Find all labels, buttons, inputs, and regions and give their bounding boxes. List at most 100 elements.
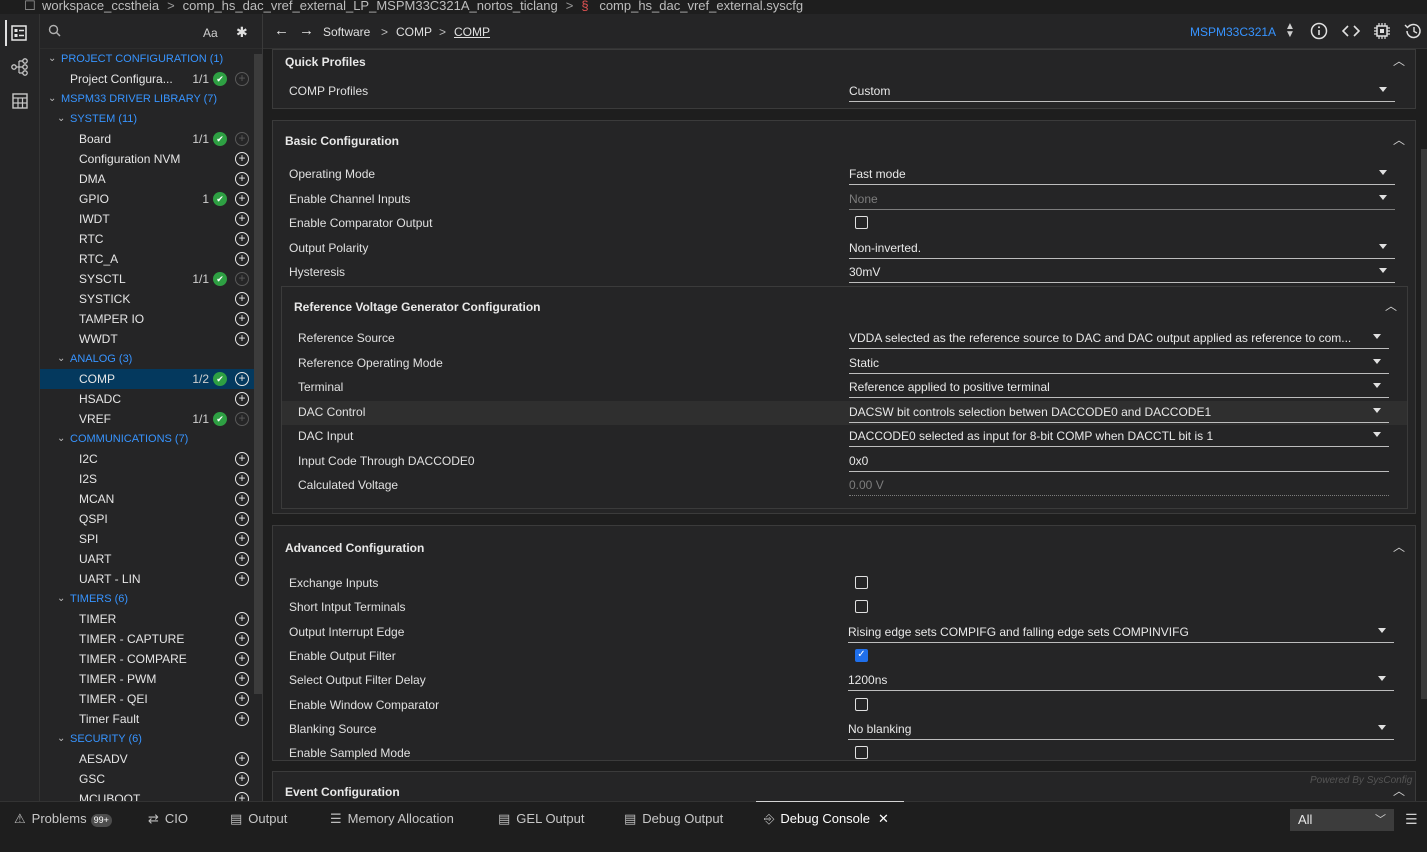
tree-item-i2c[interactable]: I2C + (40, 449, 262, 469)
tree-item-timer-capture[interactable]: TIMER - CAPTURE + (40, 629, 262, 649)
tab-gel-output[interactable]: ▤ GEL Output (498, 811, 584, 833)
tree-item-wwdt[interactable]: WWDT + (40, 329, 262, 349)
tree-item-comp[interactable]: COMP 1/2 ✔ + (40, 369, 262, 389)
filter-asterisk-icon[interactable]: ✱ (236, 24, 248, 41)
tree-item-gsc[interactable]: GSC + (40, 769, 262, 789)
tab-debug-output[interactable]: ▤ Debug Output (624, 811, 723, 833)
output-interrupt-edge-select[interactable]: Rising edge sets COMPIFG and falling edg… (848, 625, 1394, 643)
tree-scrollbar[interactable] (254, 54, 262, 694)
hierarchy-view-icon[interactable] (7, 54, 33, 80)
add-instance-icon[interactable]: + (235, 472, 249, 486)
outline-view-icon[interactable] (5, 20, 31, 46)
enable-channel-inputs-select[interactable]: None (849, 192, 1395, 210)
tree-section-header[interactable]: ⌄ TIMERS (6) (40, 589, 262, 609)
add-instance-icon[interactable]: + (235, 612, 249, 626)
table-view-icon[interactable] (7, 88, 33, 114)
add-instance-icon[interactable]: + (235, 532, 249, 546)
dac-input-select[interactable]: DACCODE0 selected as input for 8-bit COM… (849, 429, 1389, 447)
tree-item-i2s[interactable]: I2S + (40, 469, 262, 489)
add-instance-icon[interactable]: + (235, 692, 249, 706)
output-polarity-select[interactable]: Non-inverted. (849, 241, 1395, 259)
tree-item-qspi[interactable]: QSPI + (40, 509, 262, 529)
add-instance-icon[interactable]: + (235, 772, 249, 786)
tree-section-header[interactable]: ⌄ SECURITY (6) (40, 729, 262, 749)
add-instance-icon[interactable]: + (235, 292, 249, 306)
tree-item-iwdt[interactable]: IWDT + (40, 209, 262, 229)
add-instance-icon[interactable]: + (235, 752, 249, 766)
operating-mode-select[interactable]: Fast mode (849, 167, 1395, 185)
add-instance-icon[interactable]: + (235, 452, 249, 466)
tree-item-rtc-a[interactable]: RTC_A + (40, 249, 262, 269)
tree-item-rtc[interactable]: RTC + (40, 229, 262, 249)
tree-item-dma[interactable]: DMA + (40, 169, 262, 189)
tab-debug-console[interactable]: ⎆ Debug Console ✕ (756, 801, 904, 833)
device-updown-icon[interactable]: ▲ ▼ (1285, 22, 1295, 40)
add-instance-icon[interactable]: + (235, 552, 249, 566)
output-filter-select[interactable]: All ﹀ (1290, 809, 1394, 831)
forward-arrow-icon[interactable]: → (299, 22, 314, 39)
add-instance-icon[interactable]: + (235, 392, 249, 406)
add-instance-icon[interactable]: + (235, 492, 249, 506)
tree-item-mcuboot[interactable]: MCUBOOT + (40, 789, 262, 801)
add-instance-icon[interactable]: + (235, 312, 249, 326)
add-instance-icon[interactable]: + (235, 672, 249, 686)
back-arrow-icon[interactable]: ← (274, 22, 289, 39)
search-icon[interactable] (48, 24, 61, 40)
blanking-source-select[interactable]: No blanking (848, 722, 1394, 740)
add-instance-icon[interactable]: + (235, 572, 249, 586)
add-instance-icon[interactable]: + (235, 212, 249, 226)
tree-section-header[interactable]: ⌄ PROJECT CONFIGURATION (1) (40, 49, 262, 69)
tab-memory-allocation[interactable]: ☰ Memory Allocation (330, 811, 454, 833)
code-view-icon[interactable] (1341, 22, 1361, 45)
content-scrollbar[interactable] (1421, 149, 1427, 699)
comp-profiles-select[interactable]: Custom (849, 84, 1395, 102)
history-icon[interactable] (1403, 22, 1423, 45)
terminal-select[interactable]: Reference applied to positive terminal (849, 380, 1389, 398)
enable-sampled-mode-checkbox[interactable] (855, 746, 868, 760)
add-instance-icon[interactable]: + (235, 712, 249, 726)
add-instance-icon[interactable]: + (235, 252, 249, 266)
tree-item-board[interactable]: Board 1/1 ✔ + (40, 129, 262, 149)
tree-item-configuration-nvm[interactable]: Configuration NVM + (40, 149, 262, 169)
tab-problems[interactable]: ⚠ Problems 99+ (14, 811, 112, 833)
tree-item-systick[interactable]: SYSTICK + (40, 289, 262, 309)
tree-item-timer[interactable]: TIMER + (40, 609, 262, 629)
tab-cio[interactable]: ⇄ CIO (148, 811, 188, 833)
tree-item-vref[interactable]: VREF 1/1 ✔ + (40, 409, 262, 429)
tree-item-mcan[interactable]: MCAN + (40, 489, 262, 509)
tree-section-header[interactable]: ⌄ SYSTEM (11) (40, 109, 262, 129)
add-instance-icon[interactable]: + (235, 512, 249, 526)
enable-window-comparator-checkbox[interactable] (855, 697, 868, 711)
add-instance-icon[interactable]: + (235, 232, 249, 246)
collapse-caret-icon[interactable]: ︿ (1393, 131, 1405, 148)
info-icon[interactable] (1310, 22, 1328, 45)
enable-comparator-output-checkbox[interactable] (855, 216, 868, 229)
tree-section-header[interactable]: ⌄ COMMUNICATIONS (7) (40, 429, 262, 449)
breadcrumb-software[interactable]: Software (323, 25, 370, 39)
enable-output-filter-checkbox[interactable]: ✓ (855, 648, 868, 662)
path-segment-file[interactable]: comp_hs_dac_vref_external.syscfg (599, 0, 803, 13)
tree-item-timer-pwm[interactable]: TIMER - PWM + (40, 669, 262, 689)
hysteresis-select[interactable]: 30mV (849, 265, 1395, 283)
tree-item-aesadv[interactable]: AESADV + (40, 749, 262, 769)
tree-item-tamper-io[interactable]: TAMPER IO + (40, 309, 262, 329)
chip-icon[interactable] (1373, 22, 1391, 45)
breadcrumb-comp-module[interactable]: COMP (454, 25, 490, 39)
tree-item-gpio[interactable]: GPIO 1 ✔ + (40, 189, 262, 209)
tree-item-uart-lin[interactable]: UART - LIN + (40, 569, 262, 589)
collapse-caret-icon[interactable]: ︿ (1393, 52, 1405, 69)
tree-item-sysctl[interactable]: SYSCTL 1/1 ✔ + (40, 269, 262, 289)
add-instance-icon[interactable]: + (235, 152, 249, 166)
select-output-filter-delay-select[interactable]: 1200ns (848, 673, 1394, 692)
clear-lines-icon[interactable]: ☰ (1405, 811, 1418, 828)
tree-section-header[interactable]: ⌄ MSPM33 DRIVER LIBRARY (7) (40, 89, 262, 109)
add-instance-icon[interactable]: + (235, 172, 249, 186)
tree-item-spi[interactable]: SPI + (40, 529, 262, 549)
reference-source-select[interactable]: VDDA selected as the reference source to… (849, 331, 1389, 349)
tree-item-uart[interactable]: UART + (40, 549, 262, 569)
breadcrumb-comp-group[interactable]: COMP (396, 25, 432, 39)
tree-section-header[interactable]: ⌄ ANALOG (3) (40, 349, 262, 369)
device-selector[interactable]: MSPM33C321A (1190, 25, 1276, 39)
close-icon[interactable]: ✕ (878, 811, 889, 826)
add-instance-icon[interactable]: + (235, 792, 249, 801)
